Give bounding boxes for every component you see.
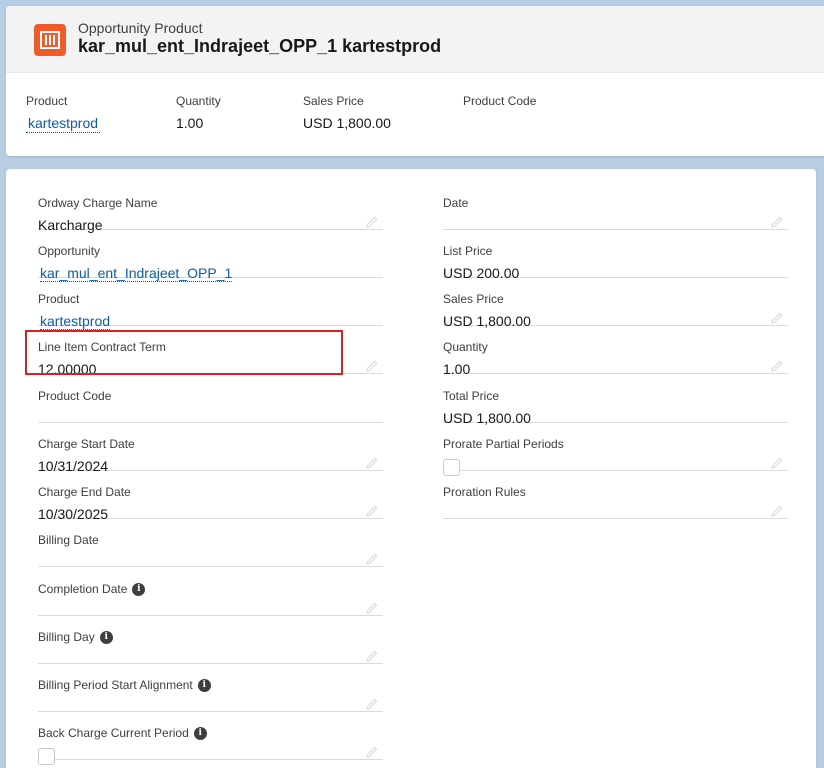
- product-link[interactable]: kartestprod: [26, 115, 101, 133]
- field-line-item-contract-term: Line Item Contract Term 12.00000: [38, 325, 383, 377]
- edit-pencil-icon[interactable]: [770, 215, 784, 229]
- back-charge-checkbox[interactable]: [38, 748, 55, 765]
- field-label: Line Item Contract Term: [38, 340, 166, 354]
- field-date: Date: [443, 181, 788, 230]
- field-label: Prorate Partial Periods: [443, 437, 564, 451]
- field-label: Quantity: [443, 340, 488, 354]
- info-icon[interactable]: i: [99, 630, 113, 644]
- field-quantity: Quantity 1.00: [443, 325, 788, 377]
- field-label: Ordway Charge Name: [38, 196, 158, 210]
- record-title-bar: Opportunity Product kar_mul_ent_Indrajee…: [6, 6, 824, 73]
- field-product: Product kartestprod: [38, 277, 383, 330]
- field-label: Billing Date: [38, 533, 99, 547]
- edit-pencil-icon[interactable]: [365, 552, 379, 566]
- edit-pencil-icon[interactable]: [365, 649, 379, 663]
- field-label: Charge End Date: [38, 485, 131, 499]
- highlight-label: Sales Price: [303, 94, 364, 108]
- field-label: Date: [443, 196, 469, 210]
- record-title: kar_mul_ent_Indrajeet_OPP_1 kartestprod: [78, 36, 442, 56]
- edit-pencil-icon[interactable]: [770, 311, 784, 325]
- field-label: Total Price: [443, 389, 500, 403]
- field-completion-date: Completion Date i: [38, 567, 383, 616]
- info-icon[interactable]: i: [193, 726, 207, 740]
- field-charge-start-date: Charge Start Date 10/31/2024: [38, 422, 383, 474]
- field-label: List Price: [443, 244, 493, 258]
- field-billing-date: Billing Date: [38, 518, 383, 567]
- record-header: Opportunity Product kar_mul_ent_Indrajee…: [6, 6, 824, 156]
- field-label: Charge Start Date: [38, 437, 135, 451]
- highlight-label: Product: [26, 94, 68, 108]
- info-icon[interactable]: i: [197, 678, 211, 692]
- edit-pencil-icon[interactable]: [770, 359, 784, 373]
- highlight-product-code: Product Code: [463, 94, 536, 115]
- highlight-sales-price: Sales Price USD 1,800.00: [303, 94, 391, 131]
- field-label: Proration Rules: [443, 485, 526, 499]
- field-billing-period-start-alignment: Billing Period Start Alignment i: [38, 663, 383, 712]
- edit-pencil-icon[interactable]: [365, 745, 379, 759]
- field-label: Product Code: [38, 389, 112, 403]
- field-label: Product: [38, 292, 80, 306]
- field-product-code: Product Code: [38, 374, 383, 423]
- field-total-price: Total Price USD 1,800.00: [443, 374, 788, 426]
- field-label: Billing Period Start Alignment: [38, 678, 193, 692]
- highlight-label: Quantity: [176, 94, 221, 108]
- edit-pencil-icon[interactable]: [770, 504, 784, 518]
- edit-pencil-icon[interactable]: [365, 697, 379, 711]
- edit-pencil-icon[interactable]: [365, 504, 379, 518]
- product-icon: [34, 24, 66, 56]
- field-sales-price: Sales Price USD 1,800.00: [443, 277, 788, 329]
- highlight-quantity: Quantity 1.00: [176, 94, 221, 131]
- field-billing-day: Billing Day i: [38, 615, 383, 664]
- object-type-label: Opportunity Product: [78, 20, 203, 36]
- highlight-value: 1.00: [176, 115, 204, 131]
- highlight-value: USD 1,800.00: [303, 115, 391, 131]
- field-list-price: List Price USD 200.00: [443, 229, 788, 281]
- field-back-charge-current-period: Back Charge Current Period i: [38, 711, 383, 765]
- edit-pencil-icon[interactable]: [365, 359, 379, 373]
- field-charge-end-date: Charge End Date 10/30/2025: [38, 470, 383, 522]
- edit-pencil-icon[interactable]: [365, 601, 379, 615]
- field-label: Completion Date: [38, 582, 128, 596]
- details-panel: Ordway Charge Name Karcharge Opportunity…: [6, 169, 816, 768]
- highlight-label: Product Code: [463, 94, 537, 108]
- edit-pencil-icon[interactable]: [770, 456, 784, 470]
- edit-pencil-icon[interactable]: [365, 215, 379, 229]
- field-prorate-partial-periods: Prorate Partial Periods: [443, 422, 788, 476]
- info-icon[interactable]: i: [132, 582, 146, 596]
- field-label: Billing Day: [38, 630, 95, 644]
- field-opportunity: Opportunity kar_mul_ent_Indrajeet_OPP_1: [38, 229, 383, 282]
- edit-pencil-icon[interactable]: [365, 456, 379, 470]
- field-ordway-charge-name: Ordway Charge Name Karcharge: [38, 181, 383, 233]
- field-proration-rules: Proration Rules: [443, 470, 788, 519]
- field-label: Opportunity: [38, 244, 101, 258]
- highlight-product: Product kartestprod: [26, 94, 101, 133]
- field-label: Sales Price: [443, 292, 504, 306]
- field-label: Back Charge Current Period: [38, 726, 189, 740]
